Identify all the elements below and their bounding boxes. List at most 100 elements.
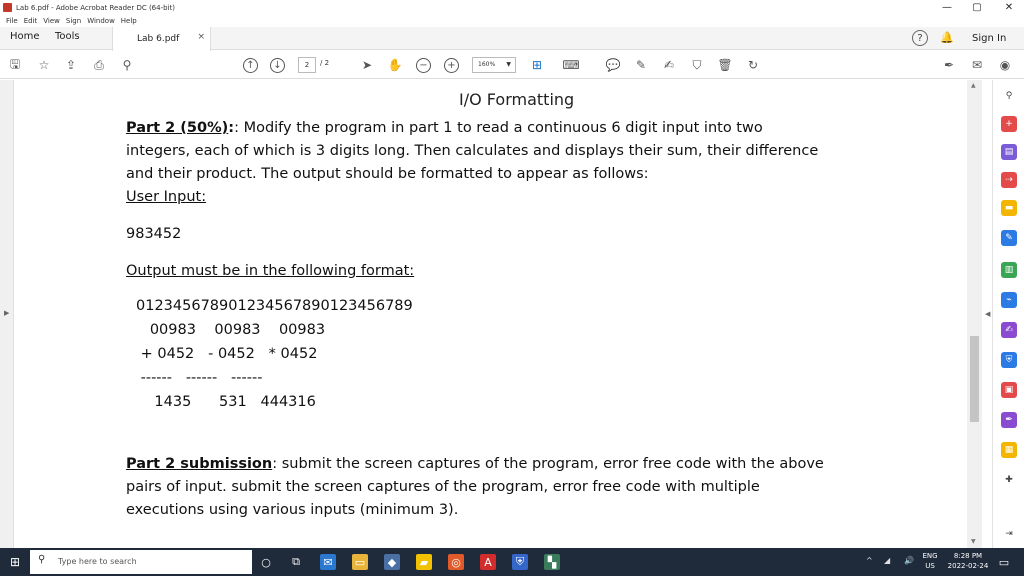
part2-text-line3: and their product. The output should be … <box>126 166 649 182</box>
submission-text-line3: executions using various inputs (minimum… <box>126 502 459 518</box>
windows-start-icon[interactable]: ⊞ <box>0 548 30 576</box>
acrobat-window: Lab 6.pdf - Adobe Acrobat Reader DC (64-… <box>0 0 1024 576</box>
language-region: US <box>925 562 935 570</box>
previous-page-icon[interactable]: ↑ <box>243 58 258 73</box>
sticky-notes-icon[interactable]: ▰ <box>416 554 432 570</box>
close-tab-icon[interactable]: × <box>197 32 205 42</box>
taskbar-clock[interactable]: 8:28 PM 2022-02-24 <box>946 551 990 571</box>
protect-icon[interactable]: ⛨ <box>1001 352 1017 368</box>
combine-files-icon[interactable]: ▤ <box>1001 144 1017 160</box>
keyboard-icon[interactable]: ⌨ <box>562 56 580 74</box>
zoom-level-select[interactable]: 160% ▼ <box>472 57 516 73</box>
network-icon[interactable]: ◢ <box>884 556 890 565</box>
task-view-icon[interactable]: ⧉ <box>288 554 304 570</box>
vertical-scrollbar[interactable]: ▲ ▼ <box>967 80 982 548</box>
help-button[interactable]: ? <box>912 30 928 46</box>
menu-edit[interactable]: Edit <box>24 17 38 25</box>
menu-view[interactable]: View <box>43 17 60 25</box>
highlight-pen-icon[interactable]: ✎ <box>632 56 650 74</box>
prepare-form-icon[interactable]: ▦ <box>1001 442 1017 458</box>
notifications-icon[interactable]: ▭ <box>996 554 1012 570</box>
zoom-in-icon[interactable]: + <box>444 58 459 73</box>
expand-left-panel-icon[interactable]: ▶ <box>4 309 9 317</box>
user-input-label: User Input: <box>126 189 207 205</box>
left-navigation-panel: ▶ <box>0 80 14 548</box>
windows-taskbar: ⊞ ⚲ Type here to search ○ ⧉ ✉ ▭ ◆ ▰ ◎ A … <box>0 548 1024 576</box>
create-pdf-icon[interactable]: + <box>1001 116 1017 132</box>
comment-icon[interactable]: 💬 <box>604 56 622 74</box>
comment-tool-icon[interactable]: ▬ <box>1001 200 1017 216</box>
more-tools-icon[interactable]: ✚ <box>1001 472 1017 488</box>
zoom-out-icon[interactable]: − <box>416 58 431 73</box>
rotate-icon[interactable]: ↻ <box>744 56 762 74</box>
close-window-button[interactable]: ✕ <box>994 0 1024 15</box>
zoom-level-value: 160% <box>478 61 496 68</box>
maximize-button[interactable]: ▢ <box>962 0 992 15</box>
right-tools-pane: ⚲ + ▤ ⇢ ▬ ✎ ▥ ⌁ ✍ ⛨ ▣ ✒ ▦ ✚ ⇥ <box>992 80 1024 548</box>
part2-text-line2: integers, each of which is 3 digits long… <box>126 143 819 159</box>
next-page-icon[interactable]: ↓ <box>270 58 285 73</box>
clock-date: 2022-02-24 <box>947 562 989 570</box>
tray-chevron-up-icon[interactable]: ^ <box>866 556 873 565</box>
email-icon[interactable]: ✉ <box>968 56 986 74</box>
scrollbar-thumb[interactable] <box>970 336 979 422</box>
organize-pages-icon[interactable]: ▥ <box>1001 262 1017 278</box>
security-shield-icon[interactable]: ⛨ <box>512 554 528 570</box>
operands-row: 00983 00983 00983 <box>136 322 326 338</box>
upload-share-icon[interactable]: ⇪ <box>62 56 80 74</box>
chevron-down-icon: ▼ <box>506 61 511 68</box>
fill-sign-icon[interactable]: ✒ <box>940 56 958 74</box>
sign-in-button[interactable]: Sign In <box>972 33 1006 44</box>
print-icon[interactable]: ⎙ <box>90 56 108 74</box>
chrome-icon[interactable]: ◎ <box>448 554 464 570</box>
account-icon[interactable]: ◉ <box>996 56 1014 74</box>
submission-text-line1: : submit the screen captures of the prog… <box>272 456 824 472</box>
volume-icon[interactable]: 🔊 <box>904 556 914 565</box>
minimize-button[interactable]: — <box>932 0 962 15</box>
scroll-down-icon[interactable]: ▼ <box>971 538 976 545</box>
file-explorer-icon[interactable]: ▭ <box>352 554 368 570</box>
edit-pdf-icon[interactable]: ✎ <box>1001 230 1017 246</box>
export-pdf-icon[interactable]: ⇢ <box>1001 172 1017 188</box>
collapse-tools-pane-icon[interactable]: ⇥ <box>1001 526 1017 542</box>
taskbar-search-input[interactable]: ⚲ Type here to search <box>30 550 252 574</box>
fill-and-sign-icon[interactable]: ✍ <box>1001 322 1017 338</box>
collapse-right-panel-icon[interactable]: ◀ <box>985 310 990 318</box>
menu-file[interactable]: File <box>6 17 18 25</box>
dashes-row: ------ ------ ------ <box>136 370 263 386</box>
menu-sign[interactable]: Sign <box>66 17 81 25</box>
delete-icon[interactable]: 🗑 <box>716 56 734 74</box>
cortana-icon[interactable]: ○ <box>258 554 274 570</box>
scroll-up-icon[interactable]: ▲ <box>971 82 976 89</box>
page-heading: I/O Formatting <box>459 90 575 109</box>
tab-document[interactable]: Lab 6.pdf × <box>112 27 211 51</box>
search-zoom-icon[interactable]: ⚲ <box>118 56 136 74</box>
notification-bell-icon[interactable]: 🔔 <box>940 31 954 44</box>
scan-ocr-icon[interactable]: ⌁ <box>1001 292 1017 308</box>
hand-tool-icon[interactable]: ✋ <box>386 56 404 74</box>
part2-text-line1: : Modify the program in part 1 to read a… <box>234 120 763 136</box>
page-total: / 2 <box>320 59 330 67</box>
search-tool-icon[interactable]: ⚲ <box>1001 88 1017 104</box>
app-icon-green[interactable]: ▚ <box>544 554 560 570</box>
tab-tools[interactable]: Tools <box>55 31 80 42</box>
sign-pen-icon[interactable]: ✍ <box>660 56 678 74</box>
app-icon-blue[interactable]: ◆ <box>384 554 400 570</box>
page-number-input[interactable]: 2 <box>298 57 316 73</box>
save-icon[interactable]: 🖫 <box>6 56 24 74</box>
request-signature-icon[interactable]: ✒ <box>1001 412 1017 428</box>
compress-icon[interactable]: ▣ <box>1001 382 1017 398</box>
language-code: ENG <box>922 552 938 560</box>
user-input-value: 983452 <box>126 226 182 242</box>
menu-help[interactable]: Help <box>121 17 137 25</box>
select-cursor-icon[interactable]: ➤ <box>358 56 376 74</box>
mail-app-icon[interactable]: ✉ <box>320 554 336 570</box>
fit-page-icon[interactable]: ⊞ <box>528 56 546 74</box>
tab-home[interactable]: Home <box>10 31 40 42</box>
menu-window[interactable]: Window <box>87 17 115 25</box>
bookmark-star-icon[interactable]: ☆ <box>35 56 53 74</box>
acrobat-taskbar-icon[interactable]: A <box>480 554 496 570</box>
acrobat-app-icon <box>3 3 12 12</box>
language-indicator[interactable]: ENG US <box>916 551 944 571</box>
stamp-icon[interactable]: ⛉ <box>688 56 706 74</box>
